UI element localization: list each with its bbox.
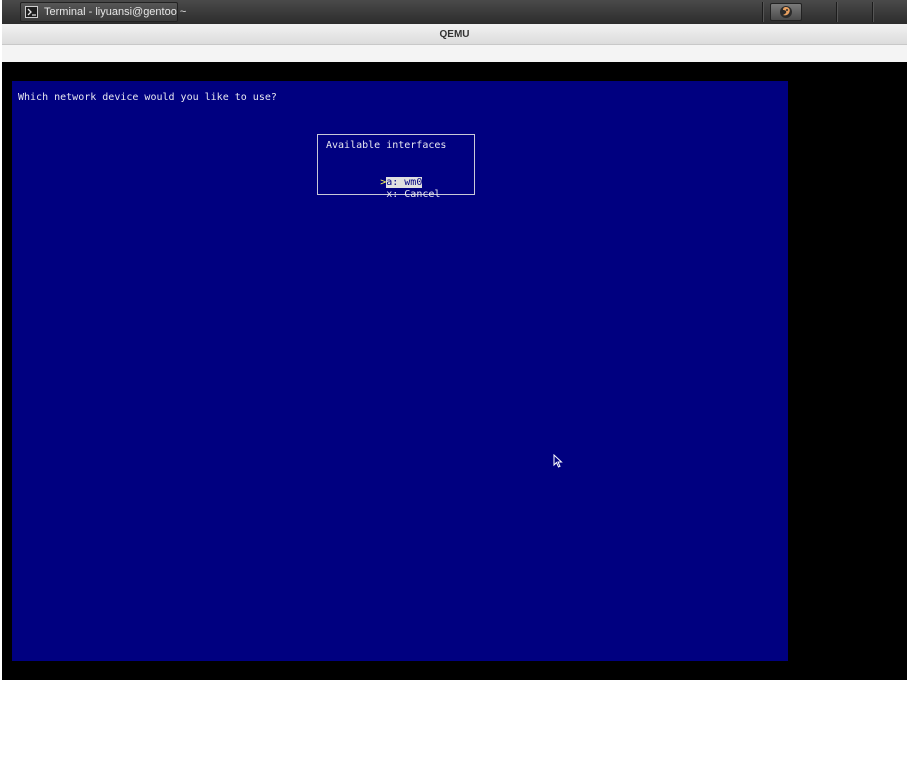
desktop: Terminal - liyuansi@gentoo ~ QEMU Which … — [0, 0, 909, 771]
installer-prompt: Which network device would you like to u… — [18, 92, 277, 103]
taskbar-window-button-terminal[interactable]: Terminal - liyuansi@gentoo ~ — [20, 2, 186, 22]
menu-title: Available interfaces — [326, 140, 447, 151]
taskbar: Terminal - liyuansi@gentoo ~ — [2, 0, 907, 25]
menu-option-wm0[interactable]: >a: wm0 — [320, 165, 423, 188]
qemu-menu-bar — [2, 45, 907, 62]
gentoo-logo-icon[interactable] — [770, 3, 802, 21]
terminal-icon — [25, 6, 38, 18]
tray-separator — [836, 2, 838, 22]
menu-option-cancel[interactable]: x: Cancel — [320, 177, 440, 200]
guest-installer-screen[interactable]: Which network device would you like to u… — [12, 81, 788, 661]
window-title: QEMU — [439, 28, 470, 40]
qemu-title-bar[interactable]: QEMU — [2, 24, 907, 45]
tray-separator — [872, 2, 874, 22]
interfaces-menu: Available interfaces >a: wm0 x: Cancel — [317, 134, 475, 200]
taskbar-window-label: Terminal - liyuansi@gentoo ~ — [44, 6, 187, 18]
mouse-pointer-icon — [553, 453, 563, 472]
menu-option-label: x: Cancel — [386, 189, 441, 200]
tray-separator — [762, 2, 764, 22]
qemu-display[interactable]: Which network device would you like to u… — [2, 62, 907, 680]
